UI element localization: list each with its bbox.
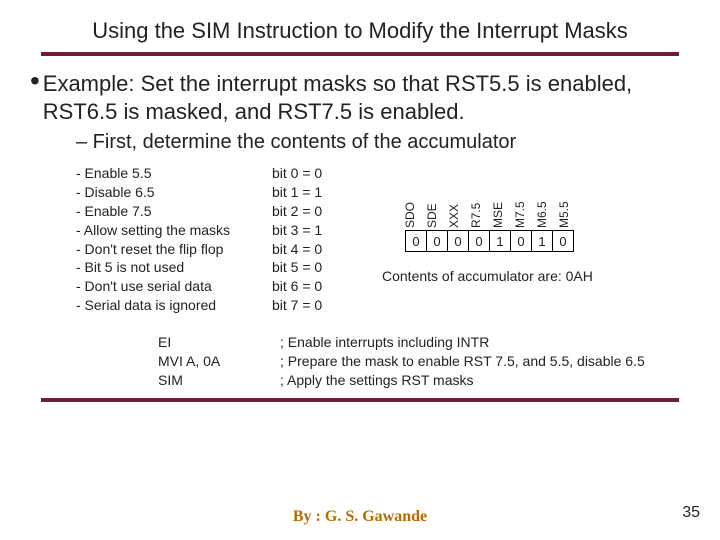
list-item: - Don't reset the flip flop: [76, 240, 246, 259]
code-comment: ; Apply the settings RST masks: [280, 371, 645, 390]
bit-cell: 0: [552, 230, 574, 252]
bullet-dot-icon: •: [28, 70, 43, 92]
bit-label: SDE: [425, 203, 439, 228]
list-item: - Allow setting the masks: [76, 221, 246, 240]
bit-cell: 0: [447, 230, 469, 252]
page-number: 35: [682, 504, 700, 522]
divider-top: [41, 52, 678, 56]
accumulator-note: Contents of accumulator are: 0AH: [382, 268, 692, 284]
enable-list: - Enable 5.5 - Disable 6.5 - Enable 7.5 …: [76, 164, 246, 315]
bit-label: M7.5: [513, 201, 527, 228]
code-block: EI MVI A, 0A SIM ; Enable interrupts inc…: [158, 333, 692, 390]
bit-label: SDO: [403, 202, 417, 228]
list-item: bit 3 = 1: [272, 221, 344, 240]
code-ops: EI MVI A, 0A SIM: [158, 333, 238, 390]
list-item: bit 1 = 1: [272, 183, 344, 202]
list-item: bit 0 = 0: [272, 164, 344, 183]
list-item: - Serial data is ignored: [76, 296, 246, 315]
bit-label: MSE: [491, 202, 505, 228]
bit-cell: 0: [405, 230, 427, 252]
divider-bottom: [41, 398, 678, 402]
code-op: SIM: [158, 371, 238, 390]
code-comments: ; Enable interrupts including INTR ; Pre…: [280, 333, 645, 390]
code-op: EI: [158, 333, 238, 352]
list-item: - Bit 5 is not used: [76, 258, 246, 277]
bit-cell: 1: [531, 230, 553, 252]
code-comment: ; Prepare the mask to enable RST 7.5, an…: [280, 352, 645, 371]
bit-assign-list: bit 0 = 0 bit 1 = 1 bit 2 = 0 bit 3 = 1 …: [272, 164, 344, 315]
slide-title: Using the SIM Instruction to Modify the …: [28, 18, 692, 44]
bit-label: M6.5: [535, 201, 549, 228]
main-bullet: • Example: Set the interrupt masks so th…: [28, 70, 692, 125]
bit-cell: 0: [510, 230, 532, 252]
bit-cell: 0: [468, 230, 490, 252]
bit-label: M5.5: [557, 201, 571, 228]
sub-bullet: – First, determine the contents of the a…: [76, 131, 692, 154]
code-comment: ; Enable interrupts including INTR: [280, 333, 645, 352]
bit-table: 0 0 0 0 1 0 1 0: [406, 230, 692, 252]
byline: By : G. S. Gawande: [0, 508, 720, 526]
list-item: - Enable 7.5: [76, 202, 246, 221]
bit-label: XXX: [447, 204, 461, 228]
list-item: - Don't use serial data: [76, 277, 246, 296]
list-item: bit 4 = 0: [272, 240, 344, 259]
bit-label: R7.5: [469, 203, 483, 228]
list-item: bit 6 = 0: [272, 277, 344, 296]
list-item: bit 7 = 0: [272, 296, 344, 315]
list-item: bit 2 = 0: [272, 202, 344, 221]
list-item: - Disable 6.5: [76, 183, 246, 202]
bullet-text: Example: Set the interrupt masks so that…: [43, 70, 692, 125]
bit-cell: 0: [426, 230, 448, 252]
list-item: bit 5 = 0: [272, 258, 344, 277]
bit-labels: SDO SDE XXX R7.5 MSE M7.5 M6.5 M5.5: [410, 164, 692, 228]
code-op: MVI A, 0A: [158, 352, 238, 371]
content-grid: - Enable 5.5 - Disable 6.5 - Enable 7.5 …: [76, 164, 692, 315]
bit-cell: 1: [489, 230, 511, 252]
list-item: - Enable 5.5: [76, 164, 246, 183]
